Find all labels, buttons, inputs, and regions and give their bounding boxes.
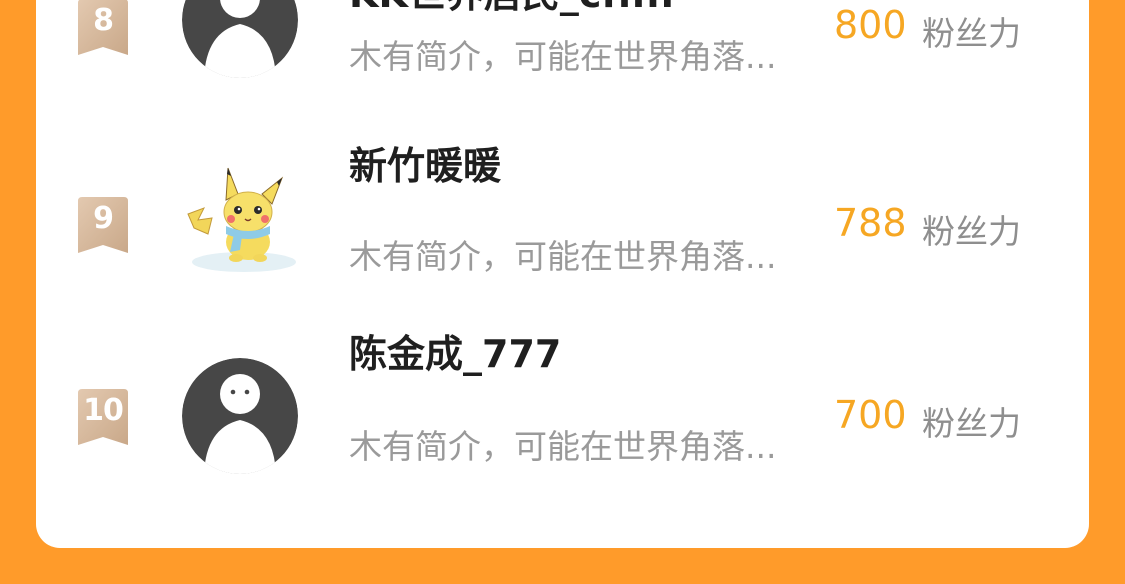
user-bio: 木有简介，可能在世界角落... [349,427,777,466]
fan-power-label: 粉丝力 [922,212,1021,251]
fan-power-score: 800 [834,3,907,47]
user-name[interactable]: KK世界居民_cfr... [349,0,675,18]
fan-power-label: 粉丝力 [922,404,1021,443]
user-bio: 木有简介，可能在世界角落... [349,37,777,76]
leaderboard-row[interactable]: 8 KK世界居民_cfr... 木有简介，可能在世界角落... 800 粉丝力 [36,0,1089,85]
user-name[interactable]: 新竹暖暖 [349,135,501,190]
avatar[interactable] [182,0,298,78]
fan-power-score: 788 [834,201,907,245]
rank-badge: 10 [76,389,130,449]
user-name[interactable]: 陈金成_777 [349,323,561,378]
rank-number: 10 [83,393,124,428]
leaderboard-row[interactable]: 9 新竹暖暖 木有简介，可能在世界角落... 788 粉丝力 [36,144,1089,287]
rank-number: 9 [93,201,114,236]
avatar[interactable] [182,162,298,278]
default-person-icon [182,358,298,474]
leaderboard-card: 8 KK世界居民_cfr... 木有简介，可能在世界角落... 800 粉丝力 [36,0,1089,548]
leaderboard-row[interactable]: 10 陈金成_777 木有简介，可能在世界角落... 700 粉丝力 [36,332,1089,479]
pikachu-icon [187,167,296,272]
rank-badge: 9 [76,197,130,257]
fan-power-score: 700 [834,393,907,437]
avatar[interactable] [182,358,298,474]
user-bio: 木有简介，可能在世界角落... [349,237,777,276]
fan-power-label: 粉丝力 [922,14,1021,53]
rank-number: 8 [93,3,114,38]
default-person-icon [182,0,298,78]
rank-badge: 8 [76,0,130,59]
